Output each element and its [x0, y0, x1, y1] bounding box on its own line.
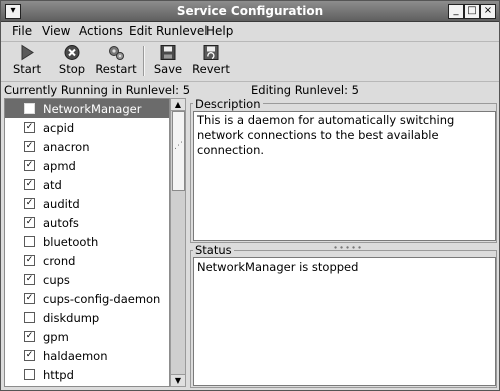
service-checkbox[interactable]: ✓ — [24, 122, 35, 133]
service-name: cups-config-daemon — [43, 292, 161, 306]
service-checkbox[interactable]: ✓ — [24, 255, 35, 266]
service-checkbox[interactable]: ✓ — [24, 179, 35, 190]
close-button[interactable]: × — [480, 4, 496, 19]
service-row[interactable]: ✓ gpm — [5, 327, 169, 346]
start-label: Start — [12, 62, 42, 76]
revert-button[interactable]: Revert — [191, 44, 231, 78]
service-row[interactable]: ✓ autofs — [5, 213, 169, 232]
toolbar-separator — [143, 46, 145, 76]
description-label: Description — [193, 97, 263, 111]
service-row[interactable]: bluetooth — [5, 232, 169, 251]
service-name: acpid — [43, 121, 75, 135]
service-checkbox[interactable]: ✓ — [24, 293, 35, 304]
service-name: auditd — [43, 197, 80, 211]
menu-edit-runlevel[interactable]: Edit Runlevel — [129, 24, 208, 38]
service-row[interactable]: diskdump — [5, 308, 169, 327]
editing-runlevel-text: Editing Runlevel: 5 — [251, 83, 359, 97]
service-checkbox[interactable]: ✓ — [24, 198, 35, 209]
stop-button[interactable]: Stop — [55, 44, 89, 78]
save-button[interactable]: Save — [152, 44, 184, 78]
service-row[interactable]: ✓ crond — [5, 251, 169, 270]
service-row[interactable]: NetworkManager — [5, 99, 169, 118]
stop-icon — [64, 45, 80, 60]
status-box: NetworkManager is stopped — [193, 257, 496, 386]
service-row[interactable]: ✓ atd — [5, 175, 169, 194]
service-name: gpm — [43, 330, 69, 344]
service-name: anacron — [43, 140, 90, 154]
service-checkbox[interactable]: ✓ — [24, 160, 35, 171]
service-row[interactable]: ✓ acpid — [5, 118, 169, 137]
restart-label: Restart — [95, 62, 137, 76]
stop-label: Stop — [58, 62, 86, 76]
service-row[interactable]: ✓ cups-config-daemon — [5, 289, 169, 308]
title-bar[interactable]: ▾ Service Configuration _ □ × — [1, 1, 499, 22]
service-name: atd — [43, 178, 62, 192]
scroll-up-arrow-icon[interactable]: ▲ — [171, 99, 185, 111]
toolbar: Start Stop Restart Save Revert — [1, 42, 499, 82]
service-checkbox[interactable]: ✓ — [24, 141, 35, 152]
floppy-save-icon — [160, 45, 176, 60]
current-runlevel-text: Currently Running in Runlevel: 5 — [4, 83, 191, 97]
service-name: crond — [43, 254, 76, 268]
service-row[interactable]: ✓ auditd — [5, 194, 169, 213]
description-box: This is a daemon for automatically switc… — [193, 111, 496, 241]
service-name: apmd — [43, 159, 76, 173]
restart-button[interactable]: Restart — [94, 44, 138, 78]
service-checkbox[interactable] — [24, 236, 35, 247]
start-button[interactable]: Start — [10, 44, 44, 78]
service-list[interactable]: NetworkManager ✓ acpid ✓ anacron ✓ apmd ✓ atd ✓ au… — [4, 98, 170, 387]
service-checkbox[interactable] — [24, 312, 35, 323]
service-configuration-window: ▾ Service Configuration _ □ × File View … — [0, 0, 500, 391]
service-name: bluetooth — [43, 235, 99, 249]
menu-help[interactable]: Help — [206, 24, 233, 38]
revert-label: Revert — [192, 62, 230, 76]
service-row[interactable]: httpd — [5, 365, 169, 384]
service-row[interactable]: ✓ haldaemon — [5, 346, 169, 365]
service-name: NetworkManager — [43, 102, 142, 116]
minimize-button[interactable]: _ — [448, 4, 464, 19]
service-name: diskdump — [43, 311, 100, 325]
menu-actions[interactable]: Actions — [79, 24, 123, 38]
restart-gears-icon — [109, 46, 124, 60]
menu-bar: File View Actions Edit Runlevel Help — [1, 22, 499, 42]
runlevel-info-bar: Currently Running in Runlevel: 5 Editing… — [1, 82, 499, 97]
service-checkbox[interactable]: ✓ — [24, 331, 35, 342]
service-checkbox[interactable]: ✓ — [24, 274, 35, 285]
pane-resize-grip-icon[interactable]: ⋰ — [174, 141, 183, 155]
play-icon — [21, 44, 34, 61]
service-name: cups — [43, 273, 70, 287]
menu-file[interactable]: File — [12, 24, 32, 38]
scroll-down-arrow-icon[interactable]: ▼ — [171, 374, 185, 386]
service-checkbox[interactable] — [24, 369, 35, 380]
menu-view[interactable]: View — [42, 24, 70, 38]
status-label: Status — [193, 243, 234, 257]
service-name: autofs — [43, 216, 79, 230]
service-name: haldaemon — [43, 349, 108, 363]
service-row[interactable]: ✓ cups — [5, 270, 169, 289]
window-title: Service Configuration — [176, 4, 324, 18]
service-checkbox[interactable]: ✓ — [24, 350, 35, 361]
service-checkbox[interactable] — [24, 103, 35, 114]
service-row[interactable]: ✓ anacron — [5, 137, 169, 156]
service-row[interactable]: ✓ apmd — [5, 156, 169, 175]
revert-icon — [203, 45, 219, 60]
status-text: NetworkManager is stopped — [197, 260, 359, 274]
service-name: httpd — [43, 368, 74, 382]
maximize-button[interactable]: □ — [464, 4, 480, 19]
description-text: This is a daemon for automatically switc… — [197, 113, 455, 157]
save-label: Save — [153, 62, 183, 76]
service-checkbox[interactable]: ✓ — [24, 217, 35, 228]
